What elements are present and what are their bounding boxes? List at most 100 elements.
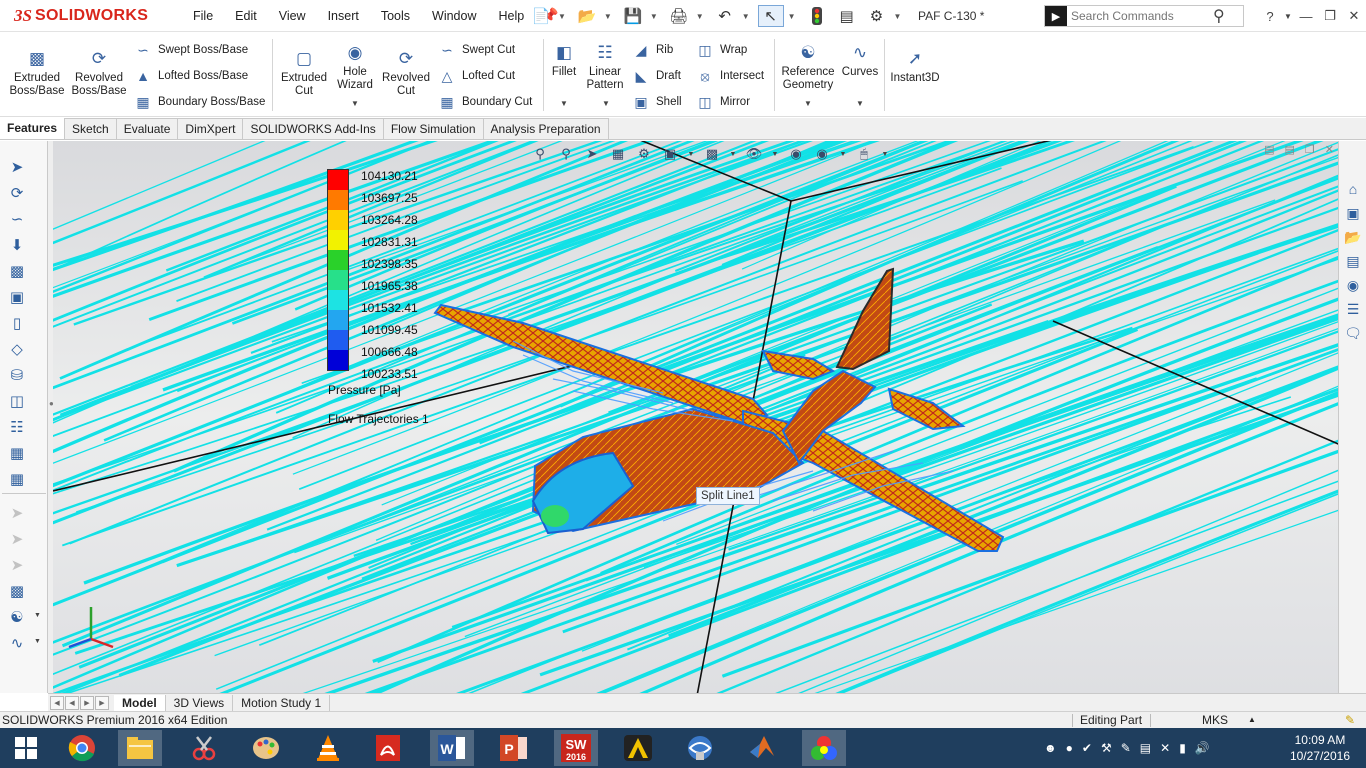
wizard-icon[interactable]: ➤ xyxy=(6,157,28,177)
minimize-icon[interactable]: — xyxy=(1294,9,1318,24)
save-icon[interactable]: 💾 xyxy=(620,5,646,27)
paint-icon[interactable] xyxy=(244,730,288,766)
tab-model[interactable]: Model xyxy=(114,694,166,711)
powerpoint-icon[interactable]: P xyxy=(492,730,536,766)
system-clock[interactable]: 10:09 AM 10/27/2016 xyxy=(1290,732,1350,764)
open-dropdown-icon[interactable]: ▼ xyxy=(604,12,612,21)
reference-geometry-small-dropdown-icon[interactable]: ▼ xyxy=(34,612,41,619)
extruded-cut-button[interactable]: ▢ Extruded Cut xyxy=(278,47,330,98)
custom-properties-icon[interactable]: ☰ xyxy=(1342,299,1364,319)
tab-sketch[interactable]: Sketch xyxy=(65,118,117,139)
appearances-icon[interactable]: ◉ xyxy=(1342,275,1364,295)
swept-cut-button[interactable]: ∽ Swept Cut xyxy=(438,41,515,59)
linear-pattern-button[interactable]: ☷ Linear Pattern xyxy=(584,41,626,92)
tray-network-icon[interactable]: ▤ xyxy=(1140,741,1151,755)
search-icon[interactable]: ⚲ xyxy=(1213,6,1225,26)
tab-analysis-preparation[interactable]: Analysis Preparation xyxy=(483,118,609,139)
boundary-condition-icon[interactable]: ▩ xyxy=(6,261,28,281)
dynamic-annotation-icon[interactable]: ⚙ xyxy=(635,145,653,163)
view-orientation-dropdown-icon[interactable]: ▼ xyxy=(687,145,695,163)
wrap-button[interactable]: ◫ Wrap xyxy=(696,41,747,59)
solidworks-resources-icon[interactable]: ⌂ xyxy=(1342,179,1364,199)
solidworks-logo[interactable]: 3S SOLIDWORKS xyxy=(0,0,160,32)
tab-features[interactable]: Features xyxy=(0,118,66,139)
reference-geometry-dropdown-icon[interactable]: ▼ xyxy=(804,99,812,108)
tab-evaluate[interactable]: Evaluate xyxy=(116,118,179,139)
instant3d-button[interactable]: ➚ Instant3D xyxy=(888,47,942,85)
close-icon[interactable]: ✕ xyxy=(1342,8,1366,24)
fillet-button[interactable]: ◧ Fillet xyxy=(548,41,580,79)
zoom-to-fit-icon[interactable]: ⚲ xyxy=(531,145,549,163)
view-settings-dropdown-icon[interactable]: ▼ xyxy=(881,145,889,163)
view-palette-icon[interactable]: ▤ xyxy=(1342,251,1364,271)
results-icon[interactable]: ◫ xyxy=(6,391,28,411)
print-icon[interactable]: 🖨 xyxy=(666,5,692,27)
menu-file[interactable]: File xyxy=(182,0,224,32)
chrome-icon[interactable] xyxy=(60,730,104,766)
revolved-cut-button[interactable]: ⟳ Revolved Cut xyxy=(380,47,432,98)
curves-button[interactable]: ∿ Curves xyxy=(840,41,880,79)
lofted-boss-button[interactable]: ▲ Lofted Boss/Base xyxy=(134,67,248,85)
tab-solidworks-add-ins[interactable]: SOLIDWORKS Add-Ins xyxy=(243,118,384,139)
viewport-restore-icon[interactable]: ❐ xyxy=(1305,143,1315,156)
tray-volume-icon[interactable]: 🔊 xyxy=(1195,741,1210,755)
tab-3d-views[interactable]: 3D Views xyxy=(166,694,234,711)
swept-boss-button[interactable]: ∽ Swept Boss/Base xyxy=(134,41,248,59)
scroll-last-icon[interactable]: ▶ xyxy=(95,695,109,710)
network-tool-icon[interactable] xyxy=(678,730,722,766)
rib-button[interactable]: ◢ Rib xyxy=(632,41,674,59)
help-dropdown-icon[interactable]: ▼ xyxy=(1282,12,1294,21)
color-app-icon[interactable] xyxy=(802,730,846,766)
restore-icon[interactable]: ❐ xyxy=(1318,8,1342,24)
tray-signal-icon[interactable]: ▮ xyxy=(1179,741,1186,755)
tray-solidworks-icon[interactable]: ● xyxy=(1066,741,1073,755)
display-style-icon[interactable]: ▩ xyxy=(703,145,721,163)
hole-wizard-dropdown-icon[interactable]: ▼ xyxy=(351,99,359,108)
options-dropdown-icon[interactable]: ▼ xyxy=(894,12,902,21)
file-explorer-taskbar-icon[interactable] xyxy=(118,730,162,766)
view-settings-icon[interactable]: 🖱 xyxy=(855,145,873,163)
vlc-icon[interactable] xyxy=(306,730,350,766)
display-style-dropdown-icon[interactable]: ▼ xyxy=(729,145,737,163)
component-control-icon[interactable]: ▩ xyxy=(6,581,28,601)
previous-view-icon[interactable]: ➤ xyxy=(583,145,601,163)
viewport-split-icon[interactable]: ▤ xyxy=(1285,143,1295,156)
lofted-cut-button[interactable]: △ Lofted Cut xyxy=(438,67,515,85)
hide-show-items-icon[interactable]: 👁 xyxy=(745,145,763,163)
porous-medium-icon[interactable]: ◇ xyxy=(6,339,28,359)
snipping-tool-icon[interactable] xyxy=(182,730,226,766)
scroll-prev-icon[interactable]: ◀ xyxy=(65,695,79,710)
section-view-icon[interactable]: ▦ xyxy=(609,145,627,163)
goals-icon[interactable]: ⬇ xyxy=(6,235,28,255)
apply-scene-dropdown-icon[interactable]: ▼ xyxy=(839,145,847,163)
menu-edit[interactable]: Edit xyxy=(224,0,268,32)
view-orientation-icon[interactable]: ▣ xyxy=(661,145,679,163)
revolved-boss-button[interactable]: ⟳ Revolved Boss/Base xyxy=(72,47,127,98)
tray-alert-icon[interactable]: ✕ xyxy=(1160,741,1170,755)
fillet-dropdown-icon[interactable]: ▼ xyxy=(560,99,568,108)
search-commands[interactable]: ▶ ⚲ xyxy=(1044,5,1244,27)
graphics-viewport[interactable]: ⚲ ⚲ ➤ ▦ ⚙ ▣ ▼ ▩ ▼ 👁 ▼ ◉ ◉ ▼ 🖱 ▼ ▤ ▤ ❐ ✕ 10413… xyxy=(53,141,1338,693)
solidworks-taskbar-icon[interactable]: SW 2016 xyxy=(554,730,598,766)
run-icon[interactable]: ⛁ xyxy=(6,365,28,385)
open-folder-icon[interactable]: 📂 xyxy=(574,5,600,27)
surface-plot-icon[interactable]: ▦ xyxy=(6,443,28,463)
print-dropdown-icon[interactable]: ▼ xyxy=(696,12,704,21)
hide-show-dropdown-icon[interactable]: ▼ xyxy=(771,145,779,163)
undo-icon[interactable]: ↶ xyxy=(712,5,738,27)
word-icon[interactable]: W xyxy=(430,730,474,766)
viewport-tile-icon[interactable]: ▤ xyxy=(1264,143,1274,156)
file-properties-icon[interactable]: ▤ xyxy=(834,5,860,27)
tray-pen-icon[interactable]: ✎ xyxy=(1121,741,1131,755)
heat-source-icon[interactable]: ▣ xyxy=(6,287,28,307)
quick-tips-icon[interactable]: ✎ xyxy=(1345,713,1355,727)
menu-view[interactable]: View xyxy=(268,0,317,32)
boundary-cut-button[interactable]: ▦ Boundary Cut xyxy=(438,93,532,111)
curves-small-icon[interactable]: ∿ xyxy=(6,633,28,653)
linear-pattern-dropdown-icon[interactable]: ▼ xyxy=(602,99,610,108)
tray-wrench-icon[interactable]: ⚒ xyxy=(1101,741,1112,755)
reference-geometry-button[interactable]: ☯ Reference Geometry xyxy=(780,41,836,92)
general-settings-icon[interactable]: ⟳ xyxy=(6,183,28,203)
new-document-icon[interactable]: 📄 xyxy=(528,5,554,27)
rebuild-traffic-light-icon[interactable] xyxy=(804,5,830,27)
